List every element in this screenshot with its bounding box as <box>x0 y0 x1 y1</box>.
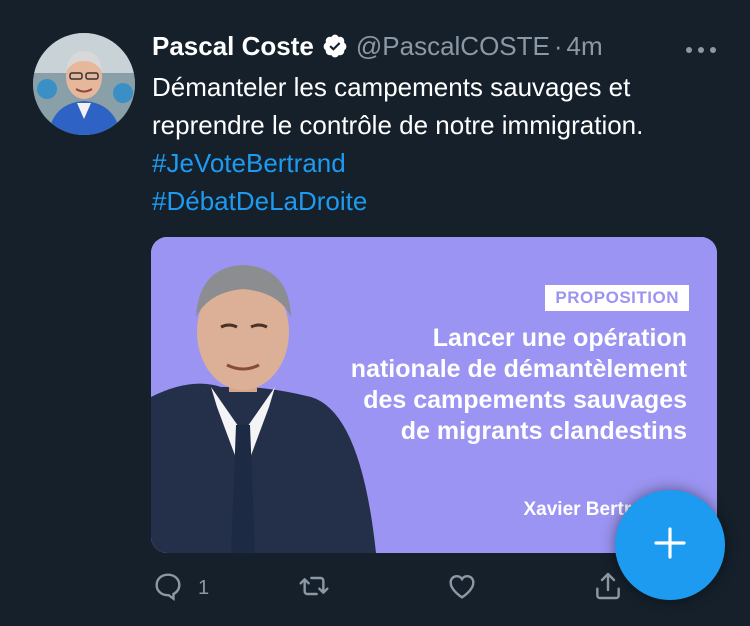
hashtag-link[interactable]: #JeVoteBertrand <box>152 148 346 178</box>
tweet-text: Démanteler les campements sauvages et re… <box>152 68 722 220</box>
reply-count: 1 <box>198 576 210 599</box>
tweet: Pascal Coste @PascalCOSTE · 4m Démantele… <box>0 0 750 626</box>
retweet-icon <box>298 570 330 607</box>
author-name[interactable]: Pascal Coste <box>152 31 314 62</box>
reply-icon <box>152 570 184 607</box>
tweet-timestamp[interactable]: 4m <box>567 31 603 62</box>
avatar[interactable] <box>33 33 135 135</box>
like-button[interactable] <box>446 568 478 608</box>
tweet-body: Démanteler les campements sauvages et re… <box>152 72 644 140</box>
card-quote: Lancer une opération nationale de démant… <box>350 324 687 445</box>
reply-button[interactable]: 1 <box>152 568 209 608</box>
separator-dot: · <box>553 30 563 61</box>
avatar-photo <box>33 33 135 135</box>
author-handle[interactable]: @PascalCOSTE <box>356 31 550 62</box>
tweet-actions: 1 <box>152 568 632 608</box>
share-button[interactable] <box>592 568 624 608</box>
retweet-button[interactable] <box>298 568 330 608</box>
verified-badge-icon <box>322 33 348 59</box>
compose-tweet-button[interactable] <box>615 490 725 600</box>
tweet-header: Pascal Coste @PascalCOSTE · 4m <box>152 28 603 64</box>
heart-icon <box>446 570 478 607</box>
share-icon <box>592 570 624 607</box>
more-horizontal-icon[interactable] <box>684 42 718 53</box>
plus-icon <box>652 525 688 566</box>
card-label: PROPOSITION <box>545 285 689 311</box>
hashtag-link[interactable]: #DébatDeLaDroite <box>152 186 367 216</box>
